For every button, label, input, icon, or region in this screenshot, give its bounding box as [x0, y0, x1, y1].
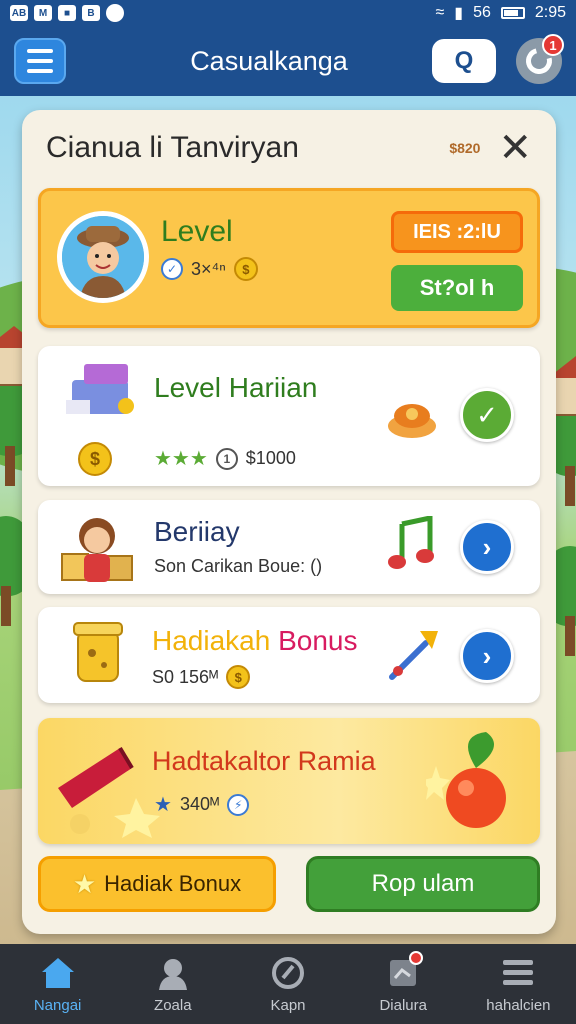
- special-reward-info: ★ 340ᴹ ⚡: [154, 792, 250, 817]
- status-bar: AB M ■ B ≈ ▮ 56 2:95: [0, 0, 576, 26]
- panel-coins: $820: [449, 140, 481, 156]
- status-app-icon: AB: [10, 5, 28, 21]
- nav-label: Zoala: [154, 996, 192, 1014]
- tasks-icon: [385, 950, 424, 991]
- profile-icon: [155, 955, 191, 991]
- notification-badge: 1: [542, 34, 564, 56]
- avatar: [57, 211, 149, 303]
- trophy-cup-icon: [73, 622, 123, 682]
- nav-label: Kapn: [270, 996, 306, 1014]
- shield-icon: ✓: [161, 258, 183, 280]
- panel-actions: ★ Hadiak Bonux Rop ulam: [38, 856, 540, 912]
- close-button[interactable]: ✕: [498, 128, 532, 168]
- clock-icon: 1: [215, 447, 238, 470]
- special-reward-title: Hadtakaltor Ramia: [152, 746, 376, 776]
- coin-icon: $: [233, 257, 258, 281]
- dot-icon: [106, 4, 124, 22]
- nav-label: hahalcien: [486, 996, 551, 1014]
- music-note-icon: [388, 516, 434, 569]
- b-app-icon: B: [82, 5, 100, 21]
- gift-title-part-a: Hadiakah: [152, 625, 271, 656]
- magic-wand-icon: [389, 631, 438, 680]
- tasks-badge: [409, 950, 424, 965]
- special-reward-card[interactable]: Hadtakaltor Ramia ★ 340ᴹ ⚡: [38, 718, 540, 844]
- menu-icon: [500, 955, 536, 991]
- gift-bonus-go-button[interactable]: ›: [460, 629, 514, 683]
- search-icon: Q: [454, 47, 474, 74]
- gift-bonus-info: S0 156ᴹ $: [152, 665, 251, 689]
- gift-bonus-value: S0 156ᴹ: [152, 666, 219, 687]
- bonus-button-label: Hadiak Bonux: [104, 871, 242, 896]
- nav-label: Nangai: [33, 996, 82, 1014]
- daily-complete-button[interactable]: ✓: [460, 388, 514, 442]
- nav-item-profile[interactable]: Zoala: [115, 944, 230, 1024]
- panel-header: Cianua li Tanviryan $820 ✕: [22, 110, 556, 186]
- lock-icon: ■: [58, 5, 76, 21]
- nav-item-tasks[interactable]: Dialura: [346, 944, 461, 1024]
- level-start-button[interactable]: St?ol h: [391, 265, 523, 311]
- hamburger-menu-button[interactable]: [14, 38, 66, 84]
- daily-reward-amount: $1000: [245, 448, 296, 468]
- panel-title: Cianua li Tanviryan: [46, 131, 299, 164]
- level-timer: IEIS :2:lU: [391, 211, 523, 253]
- level-value: 3×⁴ⁿ: [191, 258, 226, 279]
- bolt-icon: ⚡: [227, 793, 250, 816]
- gift-bonus-title: Hadiakah Bonus: [152, 625, 358, 657]
- bottom-nav: Nangai Zoala Kapn Dialura hahalcien: [0, 944, 576, 1024]
- food-bowl-icon: [388, 404, 436, 438]
- level-info: ✓ 3×⁴ⁿ $: [161, 257, 258, 281]
- nav-item-more[interactable]: hahalcien: [461, 944, 576, 1024]
- fruit-icon: [426, 732, 506, 828]
- birthday-title: Beriiay: [154, 516, 240, 547]
- daily-level-title: Level Hariian: [154, 372, 318, 403]
- star-icon: ★: [72, 868, 97, 899]
- birthday-subtitle: Son Carikan Boue: (): [154, 556, 323, 576]
- nav-item-compass[interactable]: Kapn: [230, 944, 345, 1024]
- home-icon: [40, 955, 76, 991]
- character-gift-icon: [61, 518, 133, 582]
- play-button[interactable]: Rop ulam: [306, 856, 540, 912]
- daily-level-card[interactable]: $ Level Hariian ★★★ 1 $1000 ✓: [38, 346, 540, 486]
- special-reward-value: 340ᴹ: [179, 794, 220, 814]
- coin-icon: $: [78, 442, 112, 476]
- app-bar: Casualkanga Q 1: [0, 26, 576, 96]
- carrier-text: 56: [473, 4, 491, 21]
- mail-icon: M: [34, 5, 52, 21]
- gift-bonus-card[interactable]: Hadiakah Bonus S0 156ᴹ $ ›: [38, 607, 540, 703]
- birthday-go-button[interactable]: ›: [460, 520, 514, 574]
- rewards-panel: Cianua li Tanviryan $820 ✕ Level ✓ 3×⁴ⁿ …: [22, 110, 556, 934]
- battery-icon: [500, 7, 525, 19]
- notifications-button[interactable]: 1: [516, 34, 564, 84]
- nav-label: Dialura: [379, 996, 427, 1014]
- cash-register-icon: [66, 364, 134, 414]
- wifi-icon: ≈: [435, 4, 445, 21]
- daily-level-reward: ★★★ 1 $1000: [154, 446, 296, 471]
- rating-stars: ★★★: [154, 448, 208, 470]
- bonus-button[interactable]: ★ Hadiak Bonux: [38, 856, 276, 912]
- level-card: Level ✓ 3×⁴ⁿ $ IEIS :2:lU St?ol h: [38, 188, 540, 328]
- app-title: Casualkanga: [190, 45, 348, 76]
- gift-title-part-b: Bonus: [278, 625, 358, 656]
- firecracker-icon: [58, 746, 160, 838]
- compass-icon: [270, 955, 306, 991]
- search-button[interactable]: Q: [432, 39, 496, 83]
- level-title: Level: [161, 215, 233, 248]
- birthday-card[interactable]: Beriiay Son Carikan Boue: () ›: [38, 500, 540, 594]
- nav-item-home[interactable]: Nangai: [0, 944, 115, 1024]
- signal-icon: ▮: [454, 5, 464, 22]
- star-icon: ★: [154, 794, 172, 816]
- status-time: 2:95: [534, 4, 566, 21]
- coin-icon: $: [226, 665, 251, 689]
